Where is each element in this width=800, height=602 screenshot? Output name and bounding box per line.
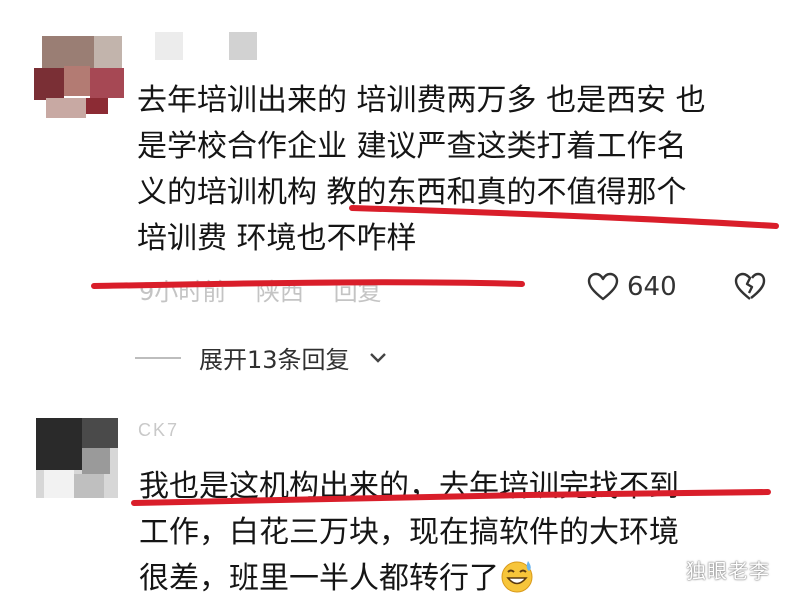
comment-text: 我也是这机构出来的，去年培训完找不到 工作，白花三万块，现在搞软件的大环境 很差… [139,469,679,596]
expand-replies-button[interactable]: 展开13条回复 [135,340,388,375]
divider-line [135,356,181,359]
avatar[interactable] [36,418,118,498]
broken-heart-icon [734,272,766,300]
username[interactable]: CK7 [138,420,179,441]
comment-text: 去年培训出来的 培训费两万多 也是西安 也 是学校合作企业 建议严查这类打着工作… [137,83,706,256]
grinning-sweat-emoji [501,561,533,593]
comment-meta: 9小时前 陕西 回复 [139,272,404,307]
expand-replies-label: 展开13条回复 [199,346,350,374]
heart-outline-icon [587,272,619,301]
comment-item: CK7 我也是这机构出来的，去年培训完找不到 工作，白花三万块，现在搞软件的大环… [0,400,800,599]
reply-button[interactable]: 回复 [334,278,382,306]
avatar[interactable] [34,28,134,118]
like-count: 640 [627,272,677,302]
comment-item: 去年培训出来的 培训费两万多 也是西安 也 是学校合作企业 建议严查这类打着工作… [0,0,800,400]
dislike-button[interactable] [733,272,767,309]
timestamp: 9小时前 [139,278,227,306]
location: 陕西 [255,278,304,306]
watermark: 独眼老李 [686,559,770,583]
username[interactable] [155,32,303,64]
like-button[interactable]: 640 [587,272,677,302]
chevron-down-icon [369,352,386,363]
